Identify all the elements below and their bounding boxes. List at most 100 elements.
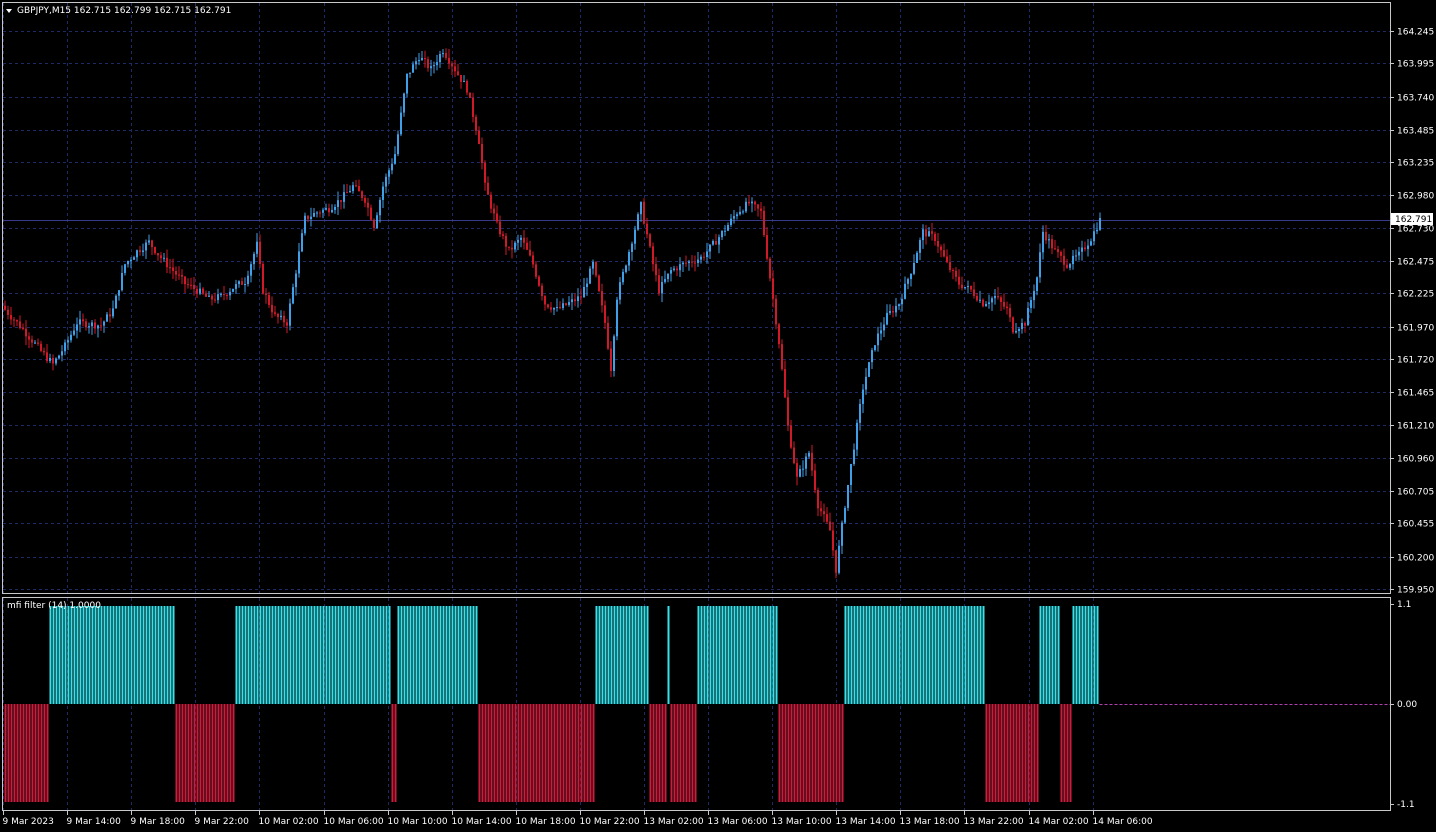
candle-body — [298, 251, 300, 274]
candle-body — [832, 530, 834, 551]
candle-body — [535, 264, 537, 277]
candle-body — [673, 268, 675, 271]
histogram-bar-negative — [661, 704, 664, 802]
candle-body — [1033, 290, 1035, 301]
candle-body — [496, 213, 498, 222]
candle-body — [808, 452, 810, 457]
histogram-bar-positive — [1096, 606, 1099, 704]
histogram-bar-positive — [1057, 606, 1060, 704]
histogram-bar-positive — [139, 606, 142, 704]
histogram-bar-positive — [1075, 606, 1078, 704]
candle-body — [748, 201, 750, 204]
candle-body — [493, 208, 495, 214]
candle-body — [112, 308, 114, 317]
chart-window[interactable]: 164.245 163.995 163.740 163.485 163.235 162.9… — [0, 0, 1436, 832]
histogram-bar-negative — [34, 704, 37, 802]
histogram-bar-positive — [856, 606, 859, 704]
candle-body — [613, 336, 615, 371]
candle-body — [583, 286, 585, 298]
histogram-bar-negative — [199, 704, 202, 802]
candle-body — [472, 97, 474, 117]
histogram-bar-positive — [148, 606, 151, 704]
candle-body — [994, 295, 996, 299]
candle-body — [487, 182, 489, 195]
candle-body — [325, 208, 327, 210]
candle-body — [64, 342, 66, 352]
candle-body — [622, 271, 624, 283]
candle-body — [91, 322, 93, 327]
histogram-bar-positive — [982, 606, 985, 704]
candle-body — [205, 293, 207, 297]
histogram-bar-negative — [1066, 704, 1069, 802]
candle-body — [664, 279, 666, 282]
histogram-bar-positive — [1087, 606, 1090, 704]
candle-body — [226, 295, 228, 297]
histogram-bar-positive — [718, 606, 721, 704]
histogram-bar-positive — [874, 606, 877, 704]
histogram-bar-positive — [1078, 606, 1081, 704]
histogram-bar-positive — [475, 606, 478, 704]
histogram-bar-positive — [304, 606, 307, 704]
candle-body — [397, 134, 399, 155]
candle-body — [10, 314, 12, 320]
candle-body — [322, 209, 324, 213]
candle-body — [949, 262, 951, 270]
candle-body — [805, 456, 807, 469]
histogram-bar-negative — [535, 704, 538, 802]
histogram-bar-positive — [343, 606, 346, 704]
histogram-bar-positive — [742, 606, 745, 704]
candle-body — [28, 336, 30, 340]
histogram-bar-positive — [640, 606, 643, 704]
candle-body — [514, 242, 516, 250]
histogram-bar-negative — [229, 704, 232, 802]
histogram-bar-positive — [340, 606, 343, 704]
candle-body — [235, 284, 237, 289]
candle-body — [811, 452, 813, 471]
histogram-bar-negative — [28, 704, 31, 802]
histogram-bar-negative — [37, 704, 40, 802]
histogram-bar-negative — [484, 704, 487, 802]
candle-body — [766, 235, 768, 259]
candle-body — [190, 284, 192, 286]
histogram-bar-negative — [538, 704, 541, 802]
candle-body — [97, 325, 99, 329]
candle-body — [448, 57, 450, 64]
histogram-bar-positive — [100, 606, 103, 704]
candle-body — [1021, 323, 1023, 329]
histogram-bar-positive — [724, 606, 727, 704]
histogram-bar-negative — [1063, 704, 1066, 802]
histogram-bar-positive — [964, 606, 967, 704]
candle-body — [937, 241, 939, 247]
histogram-bar-positive — [919, 606, 922, 704]
candle-body — [1042, 231, 1044, 253]
histogram-bar-positive — [166, 606, 169, 704]
histogram-bar-positive — [766, 606, 769, 704]
candle-body — [73, 330, 75, 335]
histogram-bar-positive — [916, 606, 919, 704]
histogram-bar-negative — [793, 704, 796, 802]
histogram-bar-negative — [520, 704, 523, 802]
histogram-bar-negative — [805, 704, 808, 802]
histogram-bar-negative — [25, 704, 28, 802]
candle-body — [502, 234, 504, 236]
histogram-bar-negative — [559, 704, 562, 802]
candle-body — [799, 469, 801, 477]
histogram-bar-negative — [802, 704, 805, 802]
candle-body — [415, 61, 417, 65]
histogram-bar-positive — [118, 606, 121, 704]
candle-body — [382, 186, 384, 200]
histogram-bar-positive — [235, 606, 238, 704]
price-tick-label: 164.245 — [1397, 28, 1434, 38]
histogram-bar-negative — [1003, 704, 1006, 802]
histogram-bar-negative — [1000, 704, 1003, 802]
candle-body — [556, 307, 558, 309]
histogram-bar-negative — [223, 704, 226, 802]
histogram-bar-negative — [529, 704, 532, 802]
candle-body — [643, 202, 645, 224]
candle-body — [340, 200, 342, 202]
candle-body — [940, 246, 942, 251]
histogram-bar-positive — [880, 606, 883, 704]
histogram-bar-positive — [244, 606, 247, 704]
histogram-bar-positive — [715, 606, 718, 704]
histogram-bar-positive — [124, 606, 127, 704]
